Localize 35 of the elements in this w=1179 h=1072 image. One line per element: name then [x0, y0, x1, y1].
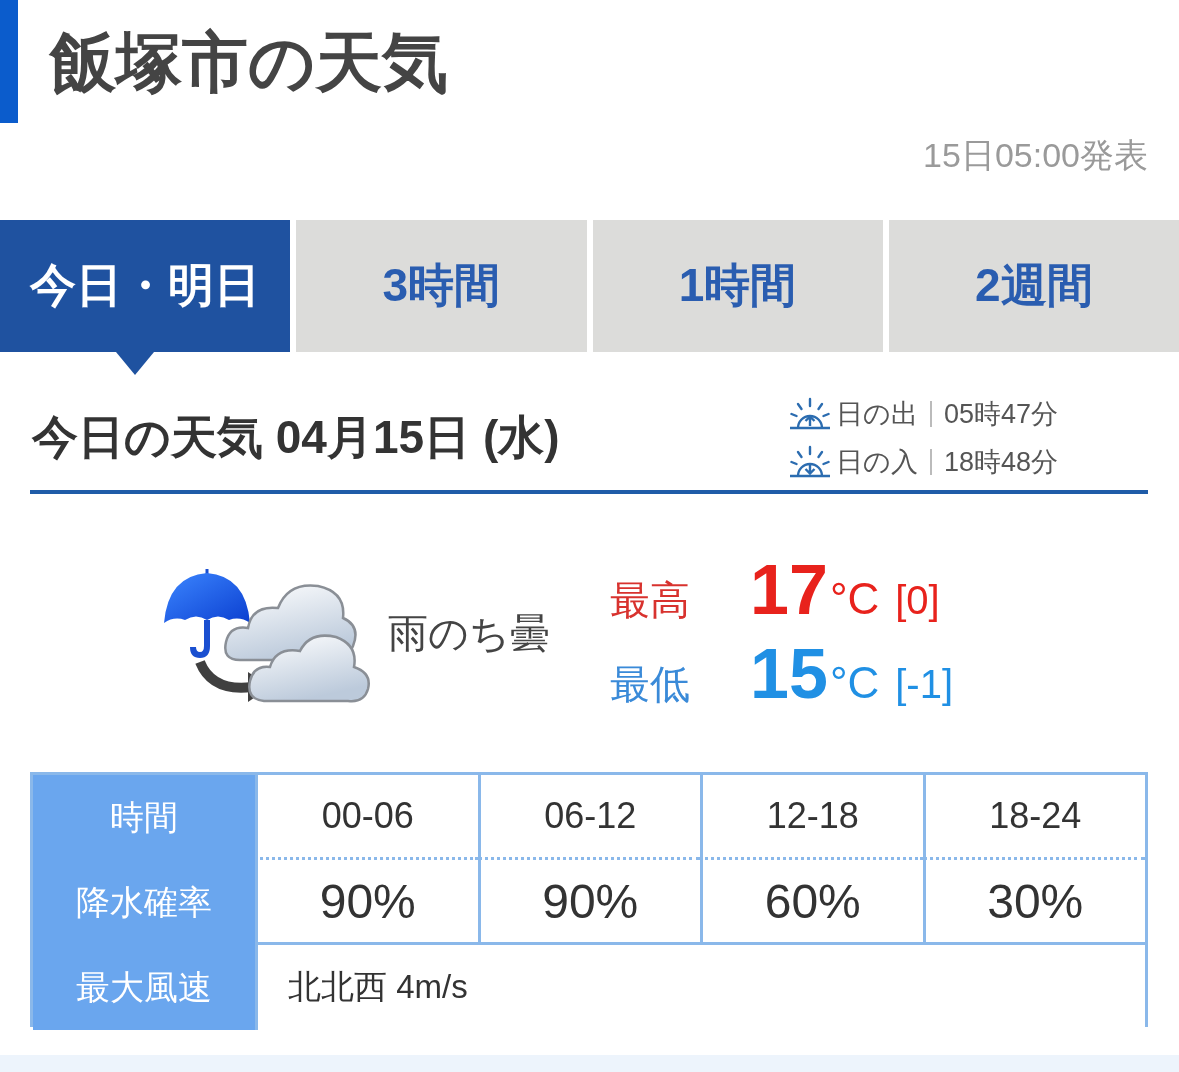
table-cell: 30%: [922, 860, 1145, 945]
temp-diff: [-1]: [895, 662, 954, 707]
table-cell: 北北西 4m/s: [255, 945, 1145, 1030]
temp-unit: °C: [829, 574, 880, 624]
day-heading: 今日の天気 04月15日 (水): [32, 409, 560, 465]
row-header: 降水確率: [33, 860, 255, 945]
weather-text: 雨のち曇: [388, 609, 550, 657]
table-cell: 00-06: [255, 775, 478, 860]
table-cell: 90%: [255, 860, 478, 945]
temp-diff: [0]: [895, 578, 940, 623]
sun-label: 日の入: [835, 445, 918, 479]
sun-label: 日の出: [835, 397, 918, 431]
temp-value: 17: [750, 550, 828, 630]
table-cell: 60%: [700, 860, 923, 945]
row-header: 時間: [33, 775, 255, 860]
temp-unit: °C: [829, 658, 880, 708]
sun-time: 18時48分: [943, 445, 1058, 479]
temp-value: 15: [750, 634, 828, 714]
table-cell: 06-12: [477, 775, 700, 860]
page-title: 飯塚市の天気: [50, 28, 448, 95]
sunset-icon: [789, 445, 830, 478]
tab-pointer-icon: [116, 352, 155, 375]
temp-label: 最高: [610, 577, 691, 624]
tab[interactable]: 3時間: [296, 220, 587, 352]
sunrise-icon: [789, 397, 830, 430]
tab[interactable]: 今日・明日: [0, 220, 291, 352]
temp-label: 最低: [610, 661, 691, 708]
publish-time: 15日05:00発表: [922, 135, 1148, 175]
table-cell: 90%: [477, 860, 700, 945]
row-header: 最大風速: [33, 945, 255, 1030]
tab[interactable]: 2週間: [888, 220, 1179, 352]
sun-time: 05時47分: [943, 397, 1058, 431]
tab[interactable]: 1時間: [592, 220, 883, 352]
table-cell: 18-24: [922, 775, 1145, 860]
table-cell: 12-18: [700, 775, 923, 860]
